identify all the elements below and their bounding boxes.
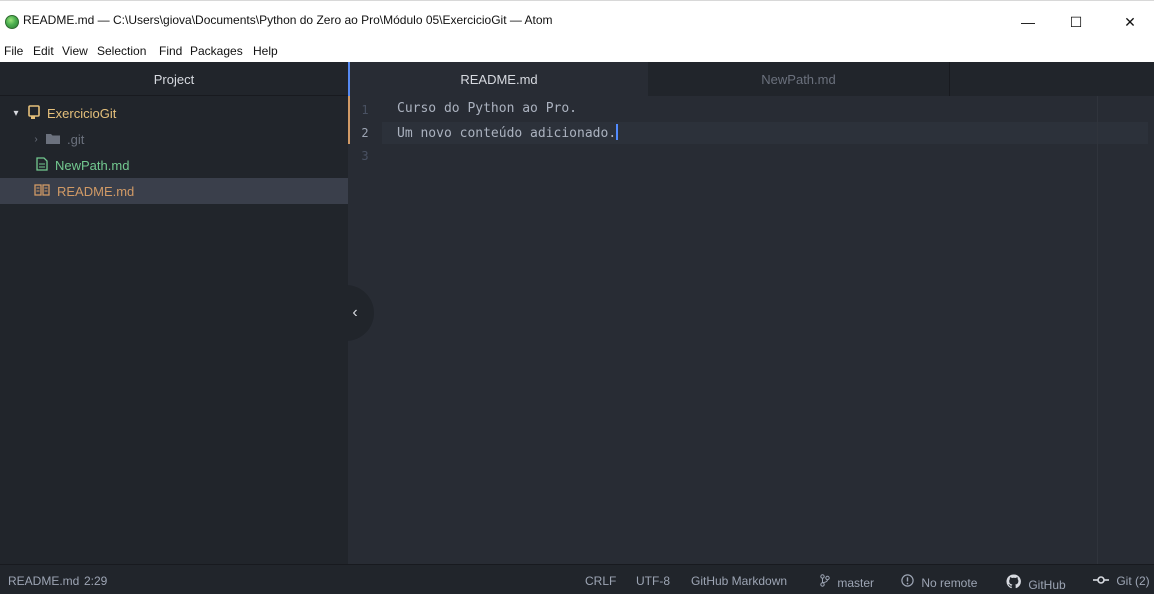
status-line-ending[interactable]: CRLF	[585, 574, 616, 588]
tree-header-title: Project	[153, 72, 195, 87]
line-number: 3	[361, 149, 369, 163]
code-text: Curso do Python ao Pro.	[397, 101, 578, 116]
status-github[interactable]: GitHub	[1006, 574, 1066, 592]
line-number: 2	[361, 126, 369, 140]
line-number: 1	[361, 103, 369, 117]
status-remote[interactable]: No remote	[901, 574, 977, 590]
wrap-guide	[1097, 96, 1098, 564]
file-text-icon	[36, 156, 48, 174]
folder-icon	[46, 132, 60, 147]
tree-item-readme[interactable]: README.md	[0, 178, 348, 204]
code-text: Um novo conteúdo adicionado.	[397, 126, 617, 141]
git-commit-icon	[1093, 574, 1109, 588]
tab-readme[interactable]: README.md	[348, 62, 648, 96]
chevron-left-icon: ‹	[352, 304, 358, 321]
remote-label: No remote	[921, 576, 978, 590]
tree-header: Project	[0, 62, 348, 96]
branch-label: master	[837, 576, 875, 590]
menu-bar: File Edit View Selection Find Packages H…	[0, 40, 1154, 62]
maximize-button[interactable]: ☐	[1056, 7, 1096, 37]
title-bar: README.md — C:\Users\giova\Documents\Pyt…	[0, 0, 1154, 40]
menu-find[interactable]: Find	[159, 44, 182, 58]
tab-bar: README.md NewPath.md	[348, 62, 1154, 96]
window-title: README.md — C:\Users\giova\Documents\Pyt…	[23, 13, 553, 27]
status-encoding[interactable]: UTF-8	[636, 574, 670, 588]
menu-help[interactable]: Help	[253, 44, 278, 58]
status-branch[interactable]: master	[820, 574, 874, 590]
atom-app-icon	[5, 15, 19, 29]
repo-icon	[28, 104, 40, 122]
text-editor[interactable]: 1 2 3 Curso do Python ao Pro. Um novo co…	[348, 96, 1154, 564]
alert-circle-icon	[901, 574, 914, 590]
status-bar: README.md 2:29 CRLF UTF-8 GitHub Markdow…	[0, 564, 1154, 594]
close-button[interactable]: ✕	[1110, 7, 1150, 37]
tab-newpath[interactable]: NewPath.md	[648, 62, 950, 96]
tree-item-label: NewPath.md	[55, 157, 130, 173]
menu-view[interactable]: View	[62, 44, 88, 58]
book-icon	[34, 183, 50, 199]
code-line[interactable]: Um novo conteúdo adicionado.	[397, 124, 619, 141]
chevron-down-icon: ▾	[13, 107, 19, 119]
status-git[interactable]: Git (2)	[1093, 574, 1150, 588]
git-branch-icon	[820, 574, 830, 590]
text-cursor	[616, 124, 619, 140]
menu-packages[interactable]: Packages	[190, 44, 243, 58]
code-line[interactable]: Curso do Python ao Pro.	[397, 101, 577, 116]
tree-item-newpath[interactable]: NewPath.md	[0, 152, 348, 178]
menu-file[interactable]: File	[4, 44, 23, 58]
github-label: GitHub	[1028, 578, 1066, 592]
tab-label: NewPath.md	[761, 71, 836, 87]
tree-root-label: ExercicioGit	[47, 105, 117, 121]
menu-edit[interactable]: Edit	[33, 44, 54, 58]
git-label: Git (2)	[1116, 574, 1150, 588]
tree-item-git[interactable]: › .git	[0, 126, 348, 152]
menu-selection[interactable]: Selection	[97, 44, 146, 58]
tree-root-folder[interactable]: ▾ ExercicioGit	[0, 100, 348, 126]
tree-item-label: .git	[67, 131, 85, 147]
tree-item-label: README.md	[57, 183, 135, 199]
minimize-button[interactable]: —	[1008, 7, 1048, 37]
tab-label: README.md	[460, 71, 538, 87]
chevron-right-icon: ›	[34, 133, 38, 145]
project-tree-panel: Project ▾ ExercicioGit › .git NewPath.md…	[0, 62, 348, 564]
status-cursor-position[interactable]: 2:29	[84, 574, 107, 588]
status-file-name[interactable]: README.md	[8, 574, 79, 588]
github-octocat-icon	[1006, 574, 1021, 592]
status-grammar[interactable]: GitHub Markdown	[691, 574, 787, 588]
